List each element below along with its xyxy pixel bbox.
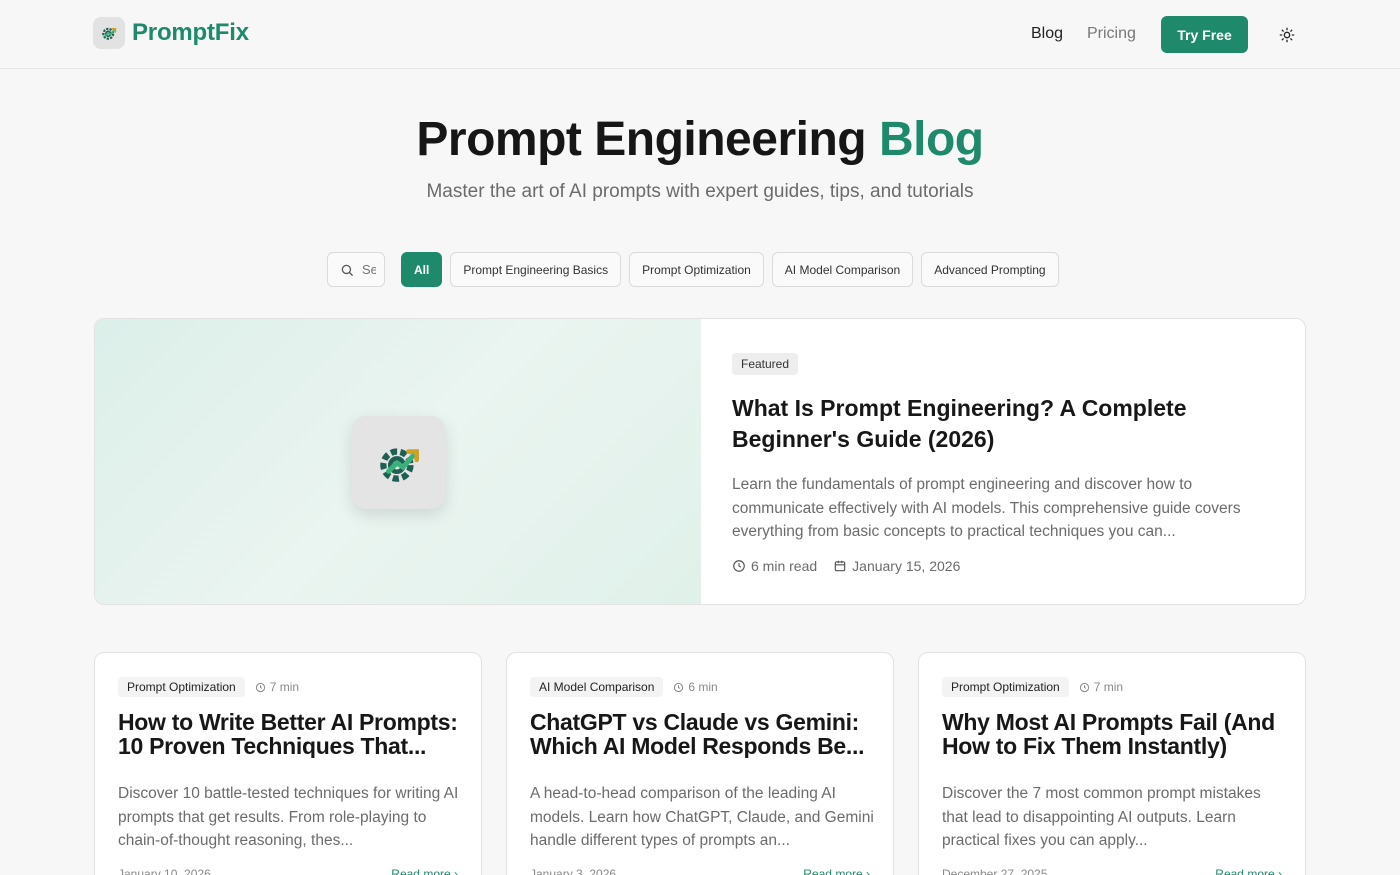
- search-input[interactable]: [362, 262, 376, 277]
- featured-date: January 15, 2026: [833, 558, 960, 574]
- post-footer: January 3, 2026 Read more ›: [530, 867, 870, 875]
- calendar-icon: [834, 560, 846, 571]
- category-badge: AI Model Comparison: [530, 677, 664, 697]
- post-date: January 10, 2026: [118, 867, 211, 875]
- featured-post-title[interactable]: What Is Prompt Engineering? A Complete B…: [732, 393, 1277, 455]
- search-box[interactable]: [327, 252, 385, 287]
- post-card-meta: Prompt Optimization 7 min: [118, 677, 299, 697]
- try-free-button[interactable]: Try Free: [1161, 16, 1248, 53]
- page-title-main: Prompt Engineering: [416, 113, 867, 166]
- filter-all[interactable]: All: [401, 252, 443, 287]
- read-time-text: 6 min: [688, 680, 718, 694]
- featured-badge: Featured: [732, 353, 799, 375]
- clock-icon: [674, 682, 684, 692]
- category-filters: All Prompt Engineering Basics Prompt Opt…: [327, 252, 1059, 287]
- post-title[interactable]: Why Most AI Prompts Fail (And How to Fix…: [942, 710, 1290, 758]
- read-more-link[interactable]: Read more ›: [1215, 867, 1282, 875]
- clock-icon: [733, 559, 745, 572]
- read-more-link[interactable]: Read more ›: [391, 867, 458, 875]
- page-subtitle: Master the art of AI prompts with expert…: [426, 181, 974, 202]
- filter-ai-model-comparison[interactable]: AI Model Comparison: [771, 252, 914, 287]
- post-excerpt: A head-to-head comparison of the leading…: [530, 785, 874, 849]
- read-time: 6 min: [673, 680, 718, 694]
- featured-post-meta: 6 min read January 15, 2026: [732, 558, 1277, 574]
- post-card[interactable]: AI Model Comparison 6 min ChatGPT vs Cla…: [506, 652, 894, 875]
- sun-icon: [1279, 27, 1295, 43]
- post-card-meta: Prompt Optimization 7 min: [942, 677, 1123, 697]
- read-more-link[interactable]: Read more ›: [803, 867, 870, 875]
- clock-icon: [1079, 682, 1089, 692]
- featured-post-image: [95, 319, 701, 604]
- read-time-text: 7 min: [269, 680, 300, 694]
- post-date: January 3, 2026: [530, 867, 617, 875]
- post-card-meta: AI Model Comparison 6 min: [530, 677, 718, 697]
- clock-icon: [255, 682, 265, 692]
- featured-read-time-text: 6 min read: [751, 557, 818, 574]
- post-excerpt: Discover the 7 most common prompt mistak…: [942, 785, 1261, 849]
- post-title[interactable]: How to Write Better AI Prompts: 10 Prove…: [118, 710, 466, 758]
- gear-chart-icon: [352, 416, 445, 509]
- page-title: Prompt Engineering Blog: [0, 112, 1400, 167]
- category-badge: Prompt Optimization: [118, 677, 245, 697]
- featured-post-excerpt: Learn the fundamentals of prompt enginee…: [732, 476, 1241, 540]
- read-time: 7 min: [255, 680, 299, 694]
- filter-advanced-prompting[interactable]: Advanced Prompting: [921, 252, 1059, 287]
- featured-post-body: Featured What Is Prompt Engineering? A C…: [732, 353, 1277, 574]
- gear-chart-logo-icon: [93, 17, 125, 49]
- nav-blog-link[interactable]: Blog: [1031, 25, 1063, 43]
- filter-prompt-optimization[interactable]: Prompt Optimization: [629, 252, 764, 287]
- filter-prompt-engineering-basics[interactable]: Prompt Engineering Basics: [450, 252, 622, 287]
- logo-link[interactable]: PromptFix: [93, 17, 249, 49]
- post-title[interactable]: ChatGPT vs Claude vs Gemini: Which AI Mo…: [530, 710, 878, 758]
- featured-date-text: January 15, 2026: [852, 557, 961, 574]
- logo-text: PromptFix: [132, 19, 249, 46]
- search-icon: [341, 264, 353, 276]
- post-footer: December 27, 2025 Read more ›: [942, 867, 1282, 875]
- site-header: PromptFix Blog Pricing Try Free: [0, 0, 1400, 69]
- nav-pricing-link[interactable]: Pricing: [1087, 25, 1136, 43]
- read-time: 7 min: [1079, 680, 1123, 694]
- post-date: December 27, 2025: [942, 867, 1048, 875]
- read-time-text: 7 min: [1093, 680, 1124, 694]
- post-excerpt: Discover 10 battle-tested techniques for…: [118, 785, 459, 849]
- post-card[interactable]: Prompt Optimization 7 min Why Most AI Pr…: [918, 652, 1306, 875]
- category-badge: Prompt Optimization: [942, 677, 1069, 697]
- featured-read-time: 6 min read: [732, 558, 817, 574]
- post-footer: January 10, 2026 Read more ›: [118, 867, 458, 875]
- featured-post-card[interactable]: Featured What Is Prompt Engineering? A C…: [94, 318, 1306, 605]
- theme-toggle-button[interactable]: [1276, 24, 1298, 46]
- post-card[interactable]: Prompt Optimization 7 min How to Write B…: [94, 652, 482, 875]
- page-title-accent: Blog: [878, 113, 984, 166]
